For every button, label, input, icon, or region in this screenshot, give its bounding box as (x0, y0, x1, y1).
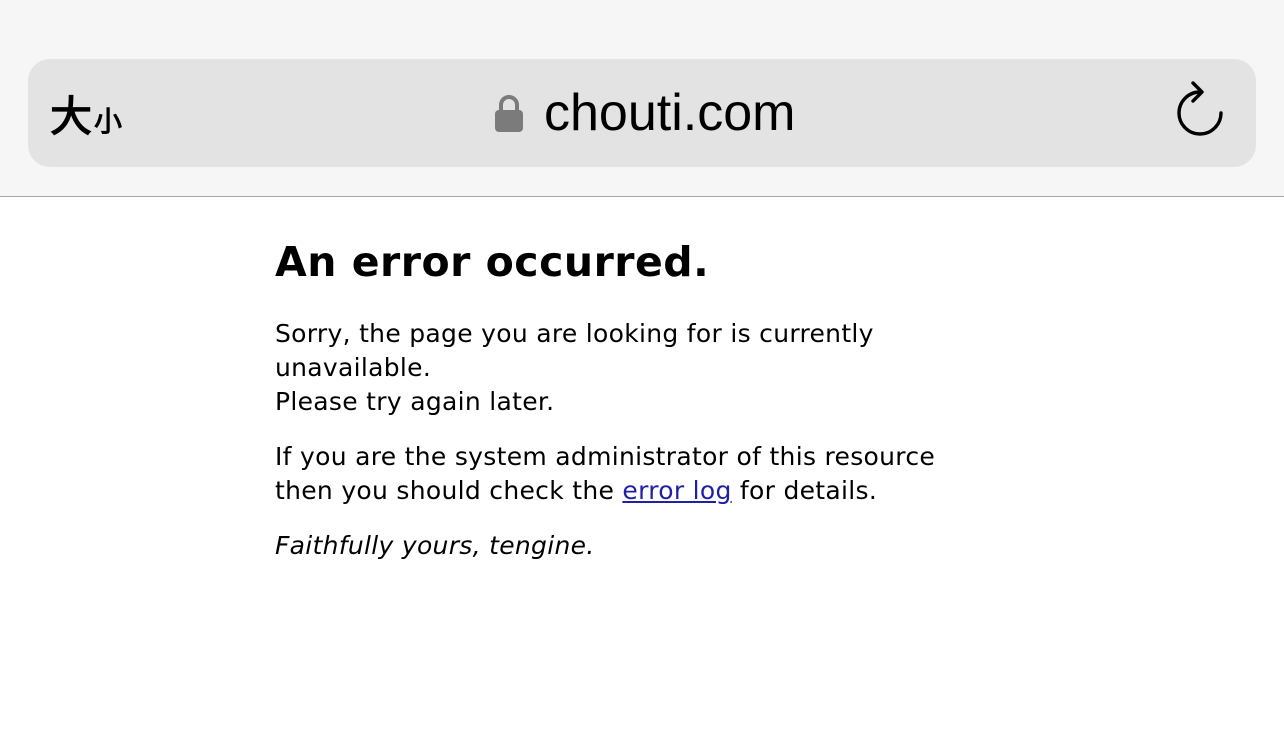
admin-text-after: for details. (731, 476, 878, 505)
unavailable-text: Sorry, the page you are looking for is c… (275, 319, 874, 382)
address-bar[interactable]: 大 小 chouti.com (28, 59, 1256, 167)
retry-text: Please try again later. (275, 387, 555, 416)
error-heading: An error occurred. (275, 238, 710, 286)
text-size-button[interactable]: 大 小 (50, 89, 122, 139)
signature: Faithfully yours, tengine. (275, 531, 595, 560)
error-page-content: An error occurred. Sorry, the page you a… (275, 226, 995, 563)
reload-icon (1177, 81, 1223, 136)
text-size-small-glyph: 小 (94, 105, 123, 138)
url-text: chouti.com (544, 84, 796, 142)
lock-icon (495, 95, 523, 132)
unavailable-message: Sorry, the page you are looking for is c… (275, 317, 995, 419)
text-size-big-glyph: 大 (50, 92, 93, 141)
admin-message: If you are the system administrator of t… (275, 440, 995, 508)
error-log-link[interactable]: error log (622, 476, 731, 505)
url-display[interactable]: chouti.com (494, 83, 795, 143)
reload-button[interactable] (1174, 81, 1230, 141)
browser-toolbar: 大 小 chouti.com (0, 0, 1284, 197)
